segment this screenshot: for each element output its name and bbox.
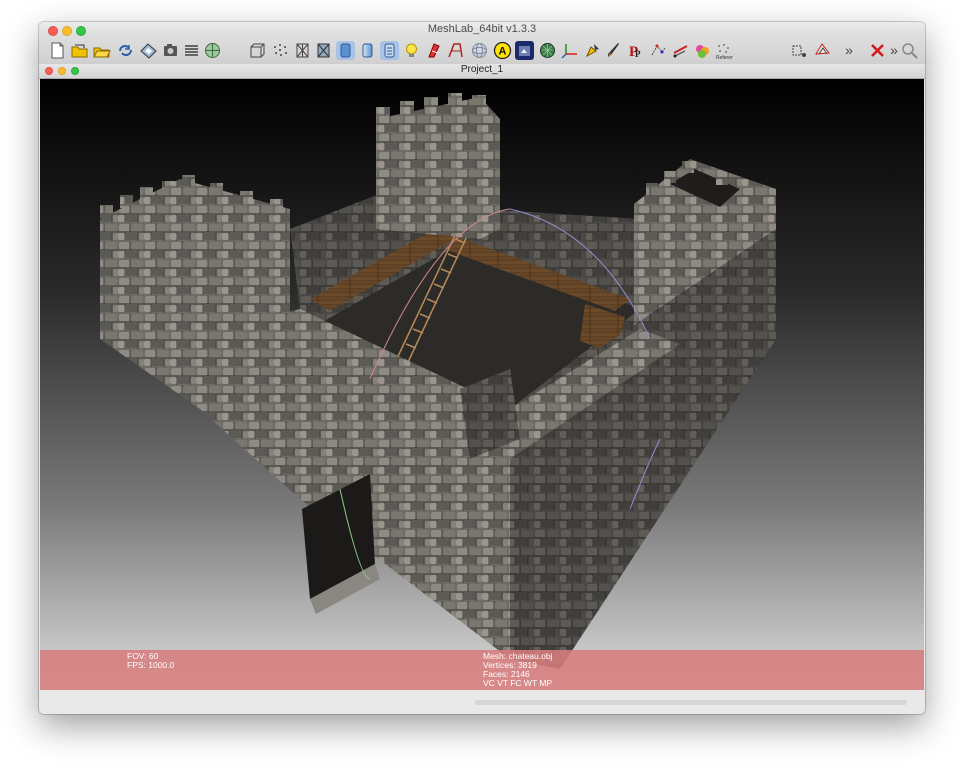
castle-mesh-render [100,93,776,669]
manipulator-icon[interactable] [790,41,809,60]
render-flags: VC VT FC WT MP [483,678,553,688]
import-mesh-icon[interactable] [92,41,111,60]
smooth-shading-icon[interactable] [358,41,377,60]
snapshot-icon[interactable] [161,41,180,60]
window-title: MeshLab_64bit v1.3.3 [427,23,537,35]
texture-icon[interactable] [380,41,399,60]
fps-readout: FPS: 1000.0 [127,660,175,670]
new-project-icon[interactable] [48,41,67,60]
close-edit-icon[interactable] [868,41,887,60]
bounding-box-icon[interactable] [248,41,267,60]
align-icon[interactable] [649,41,668,60]
horizontal-scrollbar[interactable] [475,700,907,705]
toolbar-overflow-1[interactable]: » [844,41,854,60]
double-side-icon[interactable] [446,41,465,60]
svg-text:P: P [635,49,641,59]
fancy-lighting-icon[interactable] [424,41,443,60]
annotation-icon[interactable]: A [493,41,512,60]
title-bar: MeshLab_64bit v1.3.3 [39,22,925,38]
main-toolbar: A PP Reference [39,38,925,65]
save-mesh-icon[interactable] [139,41,158,60]
project-subwindow-bar: Project_1 [39,64,925,79]
points-icon[interactable] [271,41,290,60]
color-icon[interactable] [538,41,557,60]
toolbar-overflow-2[interactable]: » [889,41,899,60]
background-icon[interactable] [515,41,534,60]
wireframe-icon[interactable] [293,41,312,60]
select-faces-icon[interactable] [582,41,601,60]
vertex-color-icon[interactable] [693,41,712,60]
flat-shading-icon[interactable] [336,41,355,60]
light-icon[interactable] [402,41,421,60]
hidden-lines-icon[interactable] [314,41,333,60]
sphere-icon[interactable] [203,41,222,60]
paint-brush-icon[interactable] [604,41,623,60]
pick-points-icon[interactable]: PP [626,41,645,60]
meshlab-window: MeshLab_64bit v1.3.3 A P P Referen » » P… [39,22,925,714]
open-project-icon[interactable] [70,41,89,60]
info-panel: FOV: 60 FPS: 1000.0 Mesh: chateau.obj Ve… [40,650,924,690]
measure-icon[interactable] [671,41,690,60]
axis-icon[interactable] [560,41,579,60]
reference-icon[interactable]: Reference [714,41,733,60]
search-icon[interactable] [900,41,919,60]
3d-viewport[interactable]: FOV: 60 FPS: 1000.0 Mesh: chateau.obj Ve… [40,79,924,690]
project-title: Project_1 [460,64,504,75]
svg-text:A: A [499,46,507,58]
reload-icon[interactable] [116,41,135,60]
trackball-icon[interactable] [470,41,489,60]
layers-icon[interactable] [182,41,201,60]
svg-text:Reference: Reference [716,55,733,60]
edit-pointcloud-icon[interactable] [813,41,832,60]
